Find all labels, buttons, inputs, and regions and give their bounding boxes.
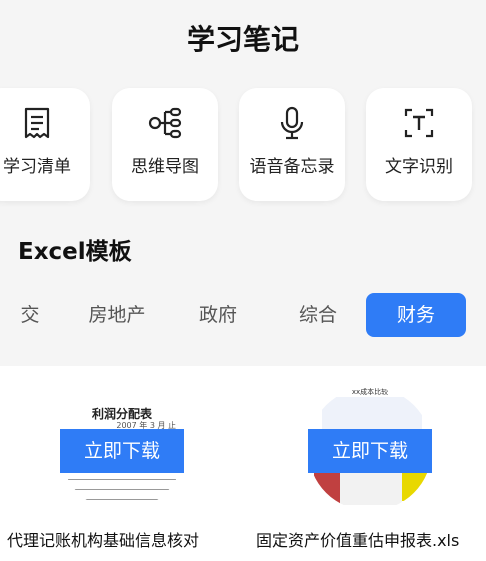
download-button[interactable]: 立即下载: [308, 429, 432, 473]
tool-label: 文字识别: [385, 157, 453, 177]
preview-rule: [68, 499, 176, 500]
receipt-list-icon: [0, 106, 90, 140]
section-title: Excel模板: [18, 239, 132, 265]
tool-card-study-list[interactable]: 学习清单: [0, 88, 90, 201]
tool-label: 学习清单: [3, 157, 71, 177]
tab-finance[interactable]: 财务: [366, 293, 466, 337]
tab-partial[interactable]: 交: [10, 293, 50, 337]
preview-title: xx成本比较: [351, 388, 389, 396]
mind-map-icon: [112, 106, 218, 140]
tab-general[interactable]: 综合: [278, 293, 358, 337]
tab-real-estate[interactable]: 房地产: [74, 293, 160, 337]
tab-government[interactable]: 政府: [178, 293, 258, 337]
preview-table: [340, 473, 402, 505]
tool-label: 思维导图: [131, 157, 199, 177]
template-filename[interactable]: 代理记账机构基础信息核对表.xls: [7, 530, 227, 551]
template-filename[interactable]: 固定资产价值重估申报表.xls: [256, 530, 459, 551]
text-scan-icon: [366, 106, 472, 140]
preview-rule: [68, 489, 176, 490]
download-button[interactable]: 立即下载: [60, 429, 184, 473]
tool-label: 语音备忘录: [249, 157, 335, 177]
preview-rule: [68, 479, 176, 480]
tool-card-text-recognition[interactable]: 文字识别: [366, 88, 472, 201]
tool-card-voice-memo[interactable]: 语音备忘录: [239, 88, 345, 201]
page-title: 学习笔记: [186, 23, 299, 56]
microphone-icon: [239, 106, 345, 140]
preview-table: [322, 397, 422, 429]
tool-card-mind-map[interactable]: 思维导图: [112, 88, 218, 201]
preview-bar: [314, 473, 340, 509]
preview-pie: [402, 473, 428, 501]
